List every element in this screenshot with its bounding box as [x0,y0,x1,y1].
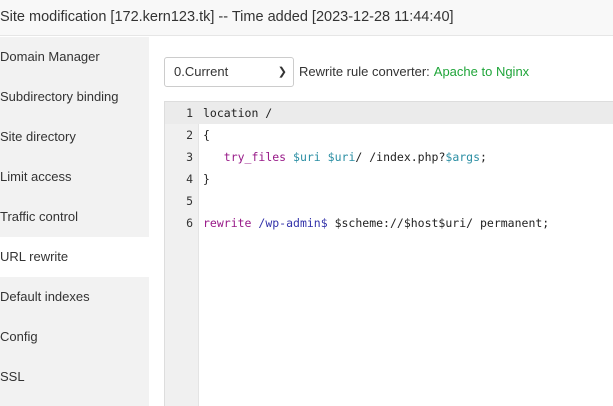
line-code: rewrite /wp-admin$ $scheme://$host$uri/ … [203,212,549,234]
line-number: 4 [186,172,193,186]
sidebar-item[interactable]: Default indexes [0,277,149,317]
sidebar-item[interactable]: Limit access [0,157,149,197]
sidebar-item[interactable]: Subdirectory binding [0,77,149,117]
chevron-down-icon: ❯ [277,66,287,78]
line-number: 1 [186,106,193,120]
sidebar-item[interactable]: Traffic control [0,197,149,237]
sidebar-item[interactable]: Domain Manager [0,37,149,77]
code-line: 3 try_files $uri $uri/ /index.php?$args; [165,146,613,168]
sidebar-item[interactable]: URL rewrite [0,237,149,277]
code-token: $uri [293,150,321,164]
line-number: 6 [186,216,193,230]
line-code: try_files $uri $uri/ /index.php?$args; [203,146,487,168]
url-rewrite-panel: 0.Current ❯ Rewrite rule converter: Apache… [149,37,613,406]
code-token: $uri [327,150,356,164]
dialog-title: Site modification [172.kern123.tk] -- Ti… [0,0,613,36]
code-line: 2{ [165,124,613,146]
line-number: 5 [186,194,193,208]
code-token: { [203,128,210,142]
code-token: rewrite [203,216,252,230]
line-code: location / [203,102,272,124]
line-number: 3 [186,150,193,164]
code-line: 1 location / [165,102,613,124]
sidebar: Domain Manager Subdirectory binding Site d… [0,37,149,406]
code-line: 6 rewrite /wp-admin$ $scheme://$host$uri/… [165,212,613,234]
line-code: { [203,124,210,146]
sidebar-item[interactable]: Config [0,317,149,357]
select-value: 0.Current [174,64,229,79]
code-token: ; [480,150,487,164]
sidebar-item[interactable]: Site directory [0,117,149,157]
converter-label: Rewrite rule converter: [299,64,430,79]
code-editor[interactable]: 1 location /2{3 try_files $uri $uri/ /ind… [164,101,613,406]
code-token: / /index.php? [355,150,446,164]
code-line: 4} [165,168,613,190]
code-token: $scheme://$host$uri/ permanent; [327,216,550,230]
sidebar-item[interactable]: SSL [0,357,149,397]
rewrite-converter: Rewrite rule converter: Apache to Nginx [299,57,529,87]
apache-to-nginx-link[interactable]: Apache to Nginx [434,64,529,79]
code-token: $args [445,150,481,164]
code-token: try_files [223,150,287,164]
code-token: /wp-admin$ [258,216,328,230]
code-token: location / [203,106,273,120]
line-number: 2 [186,128,193,142]
rewrite-template-select[interactable]: 0.Current ❯ [164,57,294,87]
code-token: } [203,172,210,186]
code-line: 5 [165,190,613,212]
line-code: } [203,168,210,190]
